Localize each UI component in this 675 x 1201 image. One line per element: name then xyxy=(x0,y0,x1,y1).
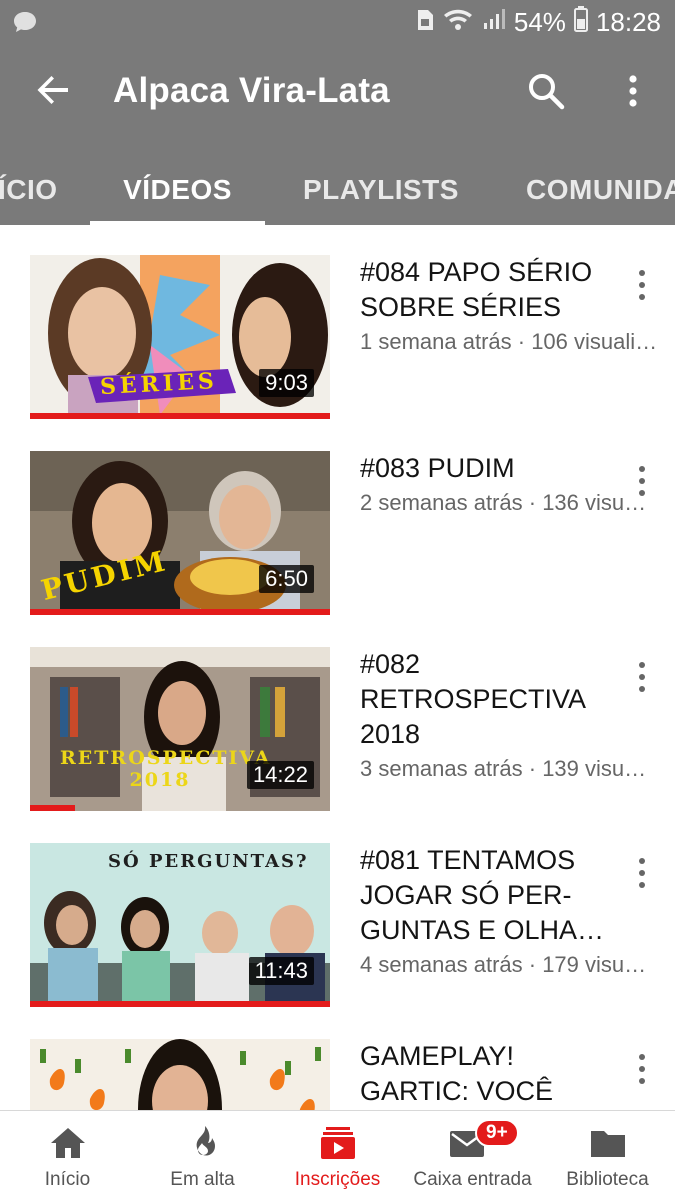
video-list: SÉRIES 9:03 #084 PAPO SÉRIO SOBRE SÉRIES… xyxy=(0,225,675,1110)
watch-progress-fill xyxy=(30,609,330,615)
watch-progress xyxy=(30,805,330,811)
item-more-vert-icon[interactable] xyxy=(628,1049,656,1089)
item-more-vert-icon[interactable] xyxy=(628,265,656,305)
flame-icon xyxy=(183,1125,223,1161)
watch-progress xyxy=(30,1001,330,1007)
sim-icon xyxy=(416,7,434,38)
nav-inbox[interactable]: 9+ Caixa entrada xyxy=(405,1111,540,1201)
thumbnail-caption: SÓ PERGUNTAS? xyxy=(108,851,309,872)
video-thumbnail[interactable] xyxy=(30,1039,330,1110)
wifi-icon xyxy=(442,7,474,38)
video-item[interactable]: SÓ PERGUNTAS? 11:43 #081 TENTAMOS JOGAR … xyxy=(0,813,675,1009)
video-duration: 11:43 xyxy=(248,957,314,985)
search-icon[interactable] xyxy=(524,69,568,113)
app-bar: Alpaca Vira-Lata ÍCIO VÍDEOS PLAYLISTS C… xyxy=(0,45,675,225)
video-item[interactable]: SÉRIES 9:03 #084 PAPO SÉRIO SOBRE SÉRIES… xyxy=(0,225,675,421)
video-thumbnail[interactable]: SÓ PERGUNTAS? 11:43 xyxy=(30,843,330,1007)
battery-percent: 54% xyxy=(513,7,566,37)
video-duration: 14:22 xyxy=(246,761,314,789)
watch-progress-fill xyxy=(30,413,330,419)
nav-home[interactable]: Início xyxy=(0,1111,135,1201)
home-icon xyxy=(48,1125,88,1161)
nav-library[interactable]: Biblioteca xyxy=(540,1111,675,1201)
tab-playlists[interactable]: PLAYLISTS xyxy=(303,155,459,225)
thumbnail-caption: RETROSPECTIVA 2018 xyxy=(60,747,272,791)
item-more-vert-icon[interactable] xyxy=(628,853,656,893)
nav-label: Em alta xyxy=(170,1169,235,1190)
clock: 18:28 xyxy=(595,7,661,37)
signal-icon xyxy=(482,7,506,38)
video-thumbnail[interactable]: PUDIM 6:50 xyxy=(30,451,330,615)
battery-icon xyxy=(573,6,588,39)
more-vert-icon[interactable] xyxy=(617,69,649,113)
channel-tabs: ÍCIO VÍDEOS PLAYLISTS COMUNIDA xyxy=(0,155,675,225)
item-more-vert-icon[interactable] xyxy=(628,461,656,501)
video-thumbnail[interactable]: SÉRIES 9:03 xyxy=(30,255,330,419)
video-thumbnail[interactable]: RETROSPECTIVA 2018 14:22 xyxy=(30,647,330,811)
nav-label: Biblioteca xyxy=(566,1169,649,1190)
video-meta: 1 semana atrás · 106 visuali… xyxy=(360,329,658,354)
item-more-vert-icon[interactable] xyxy=(628,657,656,697)
subscriptions-icon xyxy=(318,1125,358,1161)
nav-label: Início xyxy=(44,1169,91,1190)
watch-progress xyxy=(30,609,330,615)
inbox-badge: 9+ xyxy=(475,1119,519,1147)
bottom-navigation: Início Em alta Inscrições 9+ Caixa entra… xyxy=(0,1110,675,1200)
tab-inicio[interactable]: ÍCIO xyxy=(0,155,58,225)
nav-label: Caixa entrada xyxy=(413,1169,532,1190)
nav-subscriptions[interactable]: Inscrições xyxy=(270,1111,405,1201)
video-meta: 3 semanas atrás · 139 visu… xyxy=(360,756,647,781)
back-arrow-icon[interactable] xyxy=(30,67,76,113)
video-duration: 6:50 xyxy=(259,565,314,593)
watch-progress-fill xyxy=(30,805,75,811)
tab-comunidade[interactable]: COMUNIDA xyxy=(526,155,675,225)
tab-videos[interactable]: VÍDEOS xyxy=(90,155,265,225)
video-item[interactable]: PUDIM 6:50 #083 PUDIM 2 semanas atrás · … xyxy=(0,421,675,617)
watch-progress-fill xyxy=(30,1001,330,1007)
nav-trending[interactable]: Em alta xyxy=(135,1111,270,1201)
video-item[interactable]: GAMEPLAY! GARTIC: VOCÊ xyxy=(0,1009,675,1110)
video-item[interactable]: RETROSPECTIVA 2018 14:22 #082 RETROSPECT… xyxy=(0,617,675,813)
channel-title: Alpaca Vira-Lata xyxy=(113,71,390,110)
status-bar: 54% 18:28 xyxy=(0,0,675,45)
video-meta: 4 semanas atrás · 179 visu… xyxy=(360,952,647,977)
chat-icon xyxy=(12,10,38,34)
watch-progress xyxy=(30,413,330,419)
video-duration: 9:03 xyxy=(259,369,314,397)
nav-label: Inscrições xyxy=(294,1169,381,1190)
folder-icon xyxy=(588,1125,628,1161)
